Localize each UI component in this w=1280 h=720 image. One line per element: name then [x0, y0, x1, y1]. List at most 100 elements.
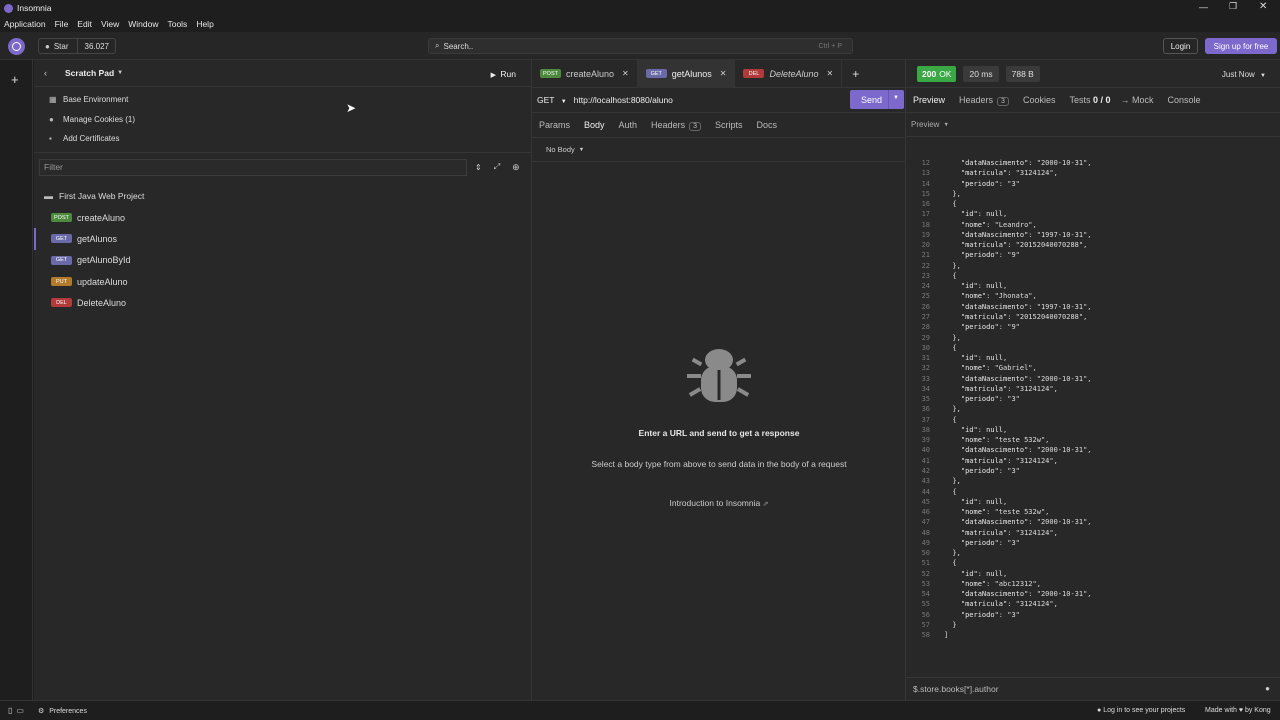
tab-deletealuno[interactable]: DEL DeleteAluno ✕ — [735, 59, 843, 88]
code-text: "periodo": "3" — [960, 466, 1020, 475]
response-filter-input[interactable]: $.store.books[*].author — [913, 684, 999, 694]
response-body-code[interactable]: 12 "dataNascimento": "2000-10-31", 13 "ma… — [906, 158, 1280, 673]
login-hint[interactable]: ● Log in to see your projects — [1097, 707, 1185, 714]
tab-console[interactable]: Console — [1168, 95, 1201, 105]
close-icon[interactable]: ✕ — [827, 69, 834, 78]
tab-response-headers[interactable]: Headers 3 — [959, 95, 1009, 106]
code-text: "periodo": "3" — [960, 538, 1020, 547]
run-button[interactable]: ▶ Run — [491, 69, 516, 79]
code-line: 12 "dataNascimento": "2000-10-31", — [906, 158, 1280, 168]
tab-createaluno[interactable]: POST createAluno ✕ — [532, 59, 638, 88]
line-number: 36 — [921, 405, 930, 414]
close-icon[interactable]: ✕ — [720, 69, 727, 78]
menu-view[interactable]: View — [101, 19, 119, 29]
login-button[interactable]: Login — [1163, 38, 1198, 54]
search-placeholder: Search.. — [443, 41, 474, 51]
tab-headers[interactable]: Headers 3 — [651, 120, 701, 131]
request-item-updatealuno[interactable]: PUT updateAluno — [34, 271, 531, 292]
menu-bar: Application File Edit View Window Tools … — [0, 16, 1280, 32]
filter-input[interactable]: Filter — [39, 158, 467, 176]
menu-file[interactable]: File — [55, 19, 69, 29]
method-badge: GET — [51, 234, 72, 244]
sidebar-toggle-icon[interactable]: ▯ — [8, 706, 12, 715]
history-dropdown[interactable]: Just Now ▼ — [1222, 70, 1266, 79]
project-folder[interactable]: ▬ First Java Web Project — [34, 185, 531, 207]
request-item-deletealuno[interactable]: DEL DeleteAluno — [34, 292, 531, 313]
request-item-getalunobyid[interactable]: GET getAlunoById — [34, 250, 531, 271]
filter-row: Filter ⇕ ⤢ ⊕ — [34, 153, 531, 181]
tab-label: DeleteAluno — [769, 68, 819, 79]
add-certificates-link[interactable]: ▪ Add Certificates — [34, 129, 531, 149]
tab-body[interactable]: Body — [584, 120, 605, 130]
request-item-createaluno[interactable]: POST createAluno — [34, 207, 531, 228]
maximize-icon[interactable]: ❐ — [1229, 1, 1237, 12]
menu-window[interactable]: Window — [128, 19, 158, 29]
github-star-button[interactable]: ● Star 36.027 — [38, 38, 116, 54]
request-item-getalunos[interactable]: GET getAlunos — [34, 228, 531, 250]
tab-preview[interactable]: Preview — [913, 95, 945, 105]
tab-params[interactable]: Params — [539, 120, 570, 130]
line-number: 44 — [921, 487, 930, 496]
tab-cookies[interactable]: Cookies — [1023, 95, 1056, 105]
menu-tools[interactable]: Tools — [167, 19, 187, 29]
intro-link[interactable]: Introduction to Insomnia ⇗ — [532, 498, 906, 508]
tab-scripts[interactable]: Scripts — [715, 120, 743, 130]
code-text: "dataNascimento": "2000-10-31", — [960, 518, 1092, 527]
tab-tests[interactable]: Tests 0 / 0 — [1069, 95, 1110, 105]
tab-auth[interactable]: Auth — [619, 120, 638, 130]
code-text: }, — [944, 189, 961, 198]
add-icon[interactable]: + — [11, 72, 19, 87]
signup-button[interactable]: Sign up for free — [1205, 38, 1277, 54]
line-number: 20 — [921, 241, 930, 250]
line-number: 58 — [921, 631, 930, 640]
code-line: 36 }, — [906, 404, 1280, 414]
expand-icon[interactable]: ⤢ — [494, 162, 500, 172]
method-select[interactable]: GET ▼ — [537, 95, 567, 105]
manage-cookies-link[interactable]: ● Manage Cookies (1) — [34, 110, 531, 130]
code-line: 33 "dataNascimento": "2000-10-31", — [906, 374, 1280, 384]
base-environment-link[interactable]: ▦ Base Environment — [34, 90, 531, 110]
empty-text: Select a body type from above to send da… — [591, 459, 847, 469]
send-button[interactable]: Send ▼ — [850, 90, 904, 109]
minimize-icon[interactable]: — — [1199, 2, 1208, 12]
preview-mode-select[interactable]: Preview ▼ — [906, 113, 1280, 137]
back-icon[interactable]: ‹ — [44, 68, 47, 78]
code-line: 53 "nome": "abc12312", — [906, 579, 1280, 589]
menu-application[interactable]: Application — [4, 19, 46, 29]
tab-mock[interactable]: → Mock — [1121, 95, 1154, 105]
sort-icon[interactable]: ⇕ — [475, 163, 482, 172]
request-list: POST createAluno GET getAlunos GET getAl… — [34, 207, 531, 313]
manage-cookies-label: Manage Cookies (1) — [63, 114, 136, 124]
url-bar: GET ▼ http://localhost:8080/aluno Send ▼ — [532, 88, 905, 113]
help-icon[interactable]: ● — [1265, 684, 1270, 693]
chevron-down-icon[interactable]: ▼ — [893, 95, 899, 101]
preferences-button[interactable]: ⚙ Preferences — [38, 707, 87, 715]
tab-docs[interactable]: Docs — [757, 120, 778, 130]
new-tab-icon[interactable]: + — [852, 67, 859, 81]
search-box[interactable]: ⌕ Search.. Ctrl + P — [428, 38, 853, 54]
close-icon[interactable]: ✕ — [622, 69, 629, 78]
code-line: 51 { — [906, 558, 1280, 568]
close-window-icon[interactable]: ✕ — [1259, 1, 1267, 12]
code-line: 19 "dataNascimento": "1997-10-31", — [906, 230, 1280, 240]
panel-toggle-icon[interactable]: ▭ — [16, 706, 24, 715]
code-line: 50 }, — [906, 548, 1280, 558]
line-number: 30 — [921, 343, 930, 352]
url-input[interactable]: http://localhost:8080/aluno — [574, 95, 673, 105]
preview-mode-label: Preview — [911, 120, 940, 129]
line-number: 55 — [921, 600, 930, 609]
add-request-icon[interactable]: ⊕ — [512, 162, 520, 173]
headers-label: Headers — [959, 94, 994, 105]
certificate-icon: ▪ — [49, 134, 52, 144]
code-line: 20 "matricula": "20152040070288", — [906, 240, 1280, 250]
code-text: }, — [944, 549, 961, 558]
tab-getalunos[interactable]: GET getAlunos ✕ — [637, 59, 736, 88]
body-type-select[interactable]: No Body ▼ — [532, 138, 905, 162]
code-text: { — [944, 487, 957, 496]
menu-help[interactable]: Help — [196, 19, 213, 29]
request-tabs: POST createAluno ✕ GET getAlunos ✕ DEL D… — [532, 59, 905, 88]
app-logo-icon[interactable] — [8, 38, 25, 55]
code-line: 31 "id": null, — [906, 353, 1280, 363]
menu-edit[interactable]: Edit — [77, 19, 92, 29]
scratch-pad-title[interactable]: Scratch Pad — [65, 68, 114, 78]
